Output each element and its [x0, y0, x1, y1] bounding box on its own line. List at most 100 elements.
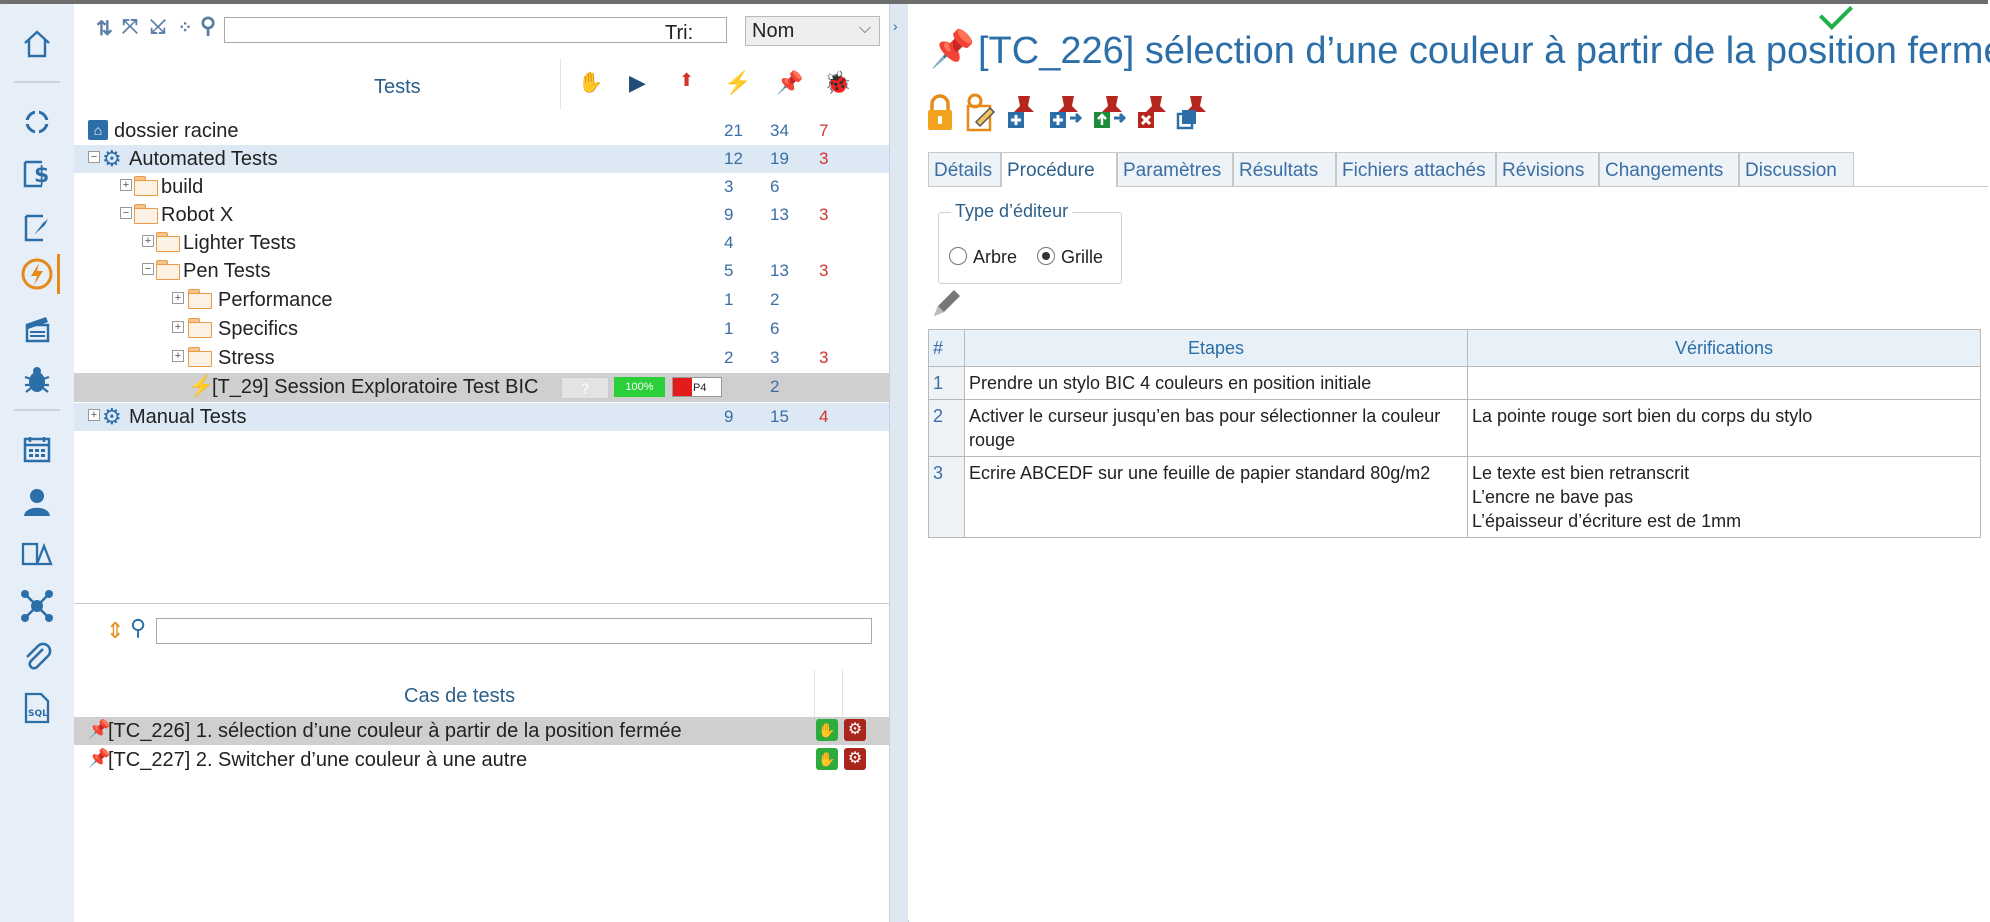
pin-icon: 📌: [930, 28, 975, 69]
hand-icon[interactable]: ✋: [578, 70, 603, 95]
tab-procedure[interactable]: Procédure: [1001, 152, 1117, 187]
collapse-all-icon[interactable]: ⤩: [150, 16, 166, 39]
tree-search-input[interactable]: [224, 17, 727, 43]
refresh-icon[interactable]: ⇅: [96, 16, 113, 41]
settings-gear-icon[interactable]: ⚙: [844, 748, 866, 770]
check-text[interactable]: [1467, 366, 1981, 400]
tree-row-manual[interactable]: + ⚙ Manual Tests 9 15 4: [74, 403, 889, 431]
step-text[interactable]: Ecrire ABCEDF sur une feuille de papier …: [964, 456, 1468, 538]
count-cases: 13: [770, 205, 789, 224]
tab-parameters[interactable]: Paramètres: [1117, 152, 1233, 186]
step-text[interactable]: Prendre un stylo BIC 4 couleurs en posit…: [964, 366, 1468, 400]
shapes-icon[interactable]: [17, 534, 57, 574]
count-cases: 6: [770, 177, 780, 196]
campaign-cost-icon[interactable]: $: [17, 154, 57, 194]
tab-attachments[interactable]: Fichiers attachés: [1336, 152, 1496, 186]
tree-row-build[interactable]: + build 3 6: [74, 173, 889, 201]
sort-select[interactable]: Nom ⌵: [745, 16, 880, 46]
collapse-toggle[interactable]: −: [120, 207, 132, 219]
sort-arrows-icon[interactable]: ⇕: [106, 618, 124, 644]
check-text[interactable]: Le texte est bien retranscrit L’encre ne…: [1467, 456, 1981, 538]
pane-divider[interactable]: [74, 603, 889, 604]
grid-row[interactable]: 1 Prendre un stylo BIC 4 couleurs en pos…: [928, 366, 1981, 400]
grid-row[interactable]: 2 Activer le curseur jusqu’en bas pour s…: [928, 399, 1981, 457]
sql-icon[interactable]: SQL: [17, 688, 57, 728]
tree-row-pen[interactable]: − Pen Tests 5 13 3: [74, 257, 889, 285]
expand-all-icon[interactable]: ⤧: [122, 16, 138, 39]
tools-icon[interactable]: [17, 207, 57, 247]
search-icon[interactable]: ⚲: [200, 13, 216, 39]
radio-grille[interactable]: [1037, 247, 1055, 265]
home-icon[interactable]: [17, 24, 57, 64]
delete-test-case-icon[interactable]: [1136, 92, 1170, 132]
calendar-icon[interactable]: [17, 429, 57, 469]
edit-document-icon[interactable]: [964, 92, 998, 132]
lock-icon[interactable]: [924, 92, 958, 132]
settings-gear-icon[interactable]: ⚙: [844, 719, 866, 741]
user-icon[interactable]: [17, 482, 57, 522]
move-test-case-icon[interactable]: [1092, 92, 1127, 132]
add-test-case-icon[interactable]: [1006, 92, 1040, 132]
requirements-icon[interactable]: [17, 102, 57, 142]
select-icon[interactable]: ⁘: [178, 18, 192, 38]
expand-toggle[interactable]: +: [142, 235, 154, 247]
count-cases: 19: [770, 149, 789, 168]
cas-search-input[interactable]: [156, 618, 872, 644]
manual-run-icon[interactable]: ✋: [816, 719, 838, 741]
test-case-row[interactable]: 📌 [TC_226] 1. sélection d’une couleur à …: [74, 717, 889, 745]
duplicate-test-case-icon[interactable]: [1176, 92, 1210, 132]
priority-up-icon[interactable]: ⬆: [679, 70, 694, 91]
play-icon[interactable]: ▶: [629, 70, 646, 96]
attachment-icon[interactable]: [17, 637, 57, 677]
col-verifications: Vérifications: [1467, 329, 1981, 367]
count-bugs: 3: [819, 149, 829, 168]
step-text[interactable]: Activer le curseur jusqu’en bas pour sél…: [964, 399, 1468, 457]
tree-label: Stress: [218, 347, 275, 369]
gear-icon: ⚙: [102, 404, 122, 429]
cas-search-icon[interactable]: ⚲: [130, 615, 146, 641]
panel-splitter[interactable]: ›: [889, 4, 909, 922]
tab-results[interactable]: Résultats: [1233, 152, 1336, 186]
tree-row-root[interactable]: ⌂ dossier racine 21 34 7: [74, 117, 889, 145]
check-text[interactable]: La pointe rouge sort bien du corps du st…: [1467, 399, 1981, 457]
manual-run-icon[interactable]: ✋: [816, 748, 838, 770]
tree-row-lighter[interactable]: + Lighter Tests 4: [74, 229, 889, 257]
tree-row-stress[interactable]: + Stress 2 3 3: [74, 344, 889, 372]
chevron-down-icon: ⌵: [858, 20, 871, 37]
expand-toggle[interactable]: +: [172, 292, 184, 304]
exploratory-icon[interactable]: ⚡: [724, 70, 751, 96]
network-icon[interactable]: [17, 586, 57, 626]
pencil-icon[interactable]: [930, 286, 964, 325]
bug-icon[interactable]: [17, 359, 57, 399]
expand-toggle[interactable]: +: [172, 350, 184, 362]
collapse-toggle[interactable]: −: [142, 263, 154, 275]
pin-icon[interactable]: 📌: [776, 70, 803, 96]
radio-arbre[interactable]: [949, 247, 967, 265]
tree-row-specifics[interactable]: + Specifics 1 6: [74, 315, 889, 343]
exploratory-tests-icon[interactable]: [17, 254, 60, 294]
editor-type-group: Type d’éditeur Arbre Grille: [938, 201, 1122, 284]
tab-revisions[interactable]: Révisions: [1496, 152, 1599, 186]
test-case-row[interactable]: 📌 [TC_227] 2. Switcher d’une couleur à u…: [74, 746, 889, 774]
expand-toggle[interactable]: +: [120, 179, 132, 191]
grid-row[interactable]: 3 Ecrire ABCEDF sur une feuille de papie…: [928, 456, 1981, 538]
tree-row-automated[interactable]: − ⚙ Automated Tests 12 19 3: [74, 145, 889, 173]
clapper-icon[interactable]: [17, 309, 57, 349]
count-cases: 34: [770, 121, 789, 140]
tree-row-performance[interactable]: + Performance 1 2: [74, 286, 889, 314]
expand-toggle[interactable]: +: [88, 409, 100, 421]
folder-open-icon: [156, 260, 180, 280]
tree-row-session[interactable]: ⚡ [T_29] Session Exploratoire Test BIC ?…: [74, 373, 889, 402]
green-check-icon: [1819, 0, 1853, 30]
expand-toggle[interactable]: +: [172, 321, 184, 333]
bug-count-icon[interactable]: 🐞: [824, 70, 851, 96]
tab-changes[interactable]: Changements: [1599, 152, 1739, 186]
folder-icon: [188, 347, 212, 367]
copy-test-case-icon[interactable]: [1048, 92, 1083, 132]
tab-details[interactable]: Détails: [928, 152, 1001, 186]
tree-row-robotx[interactable]: − Robot X 9 13 3: [74, 201, 889, 229]
count-tests: 1: [724, 319, 734, 338]
collapse-toggle[interactable]: −: [88, 151, 100, 163]
collapse-panel-icon[interactable]: ›: [893, 18, 898, 34]
tab-discussion[interactable]: Discussion: [1739, 152, 1854, 186]
